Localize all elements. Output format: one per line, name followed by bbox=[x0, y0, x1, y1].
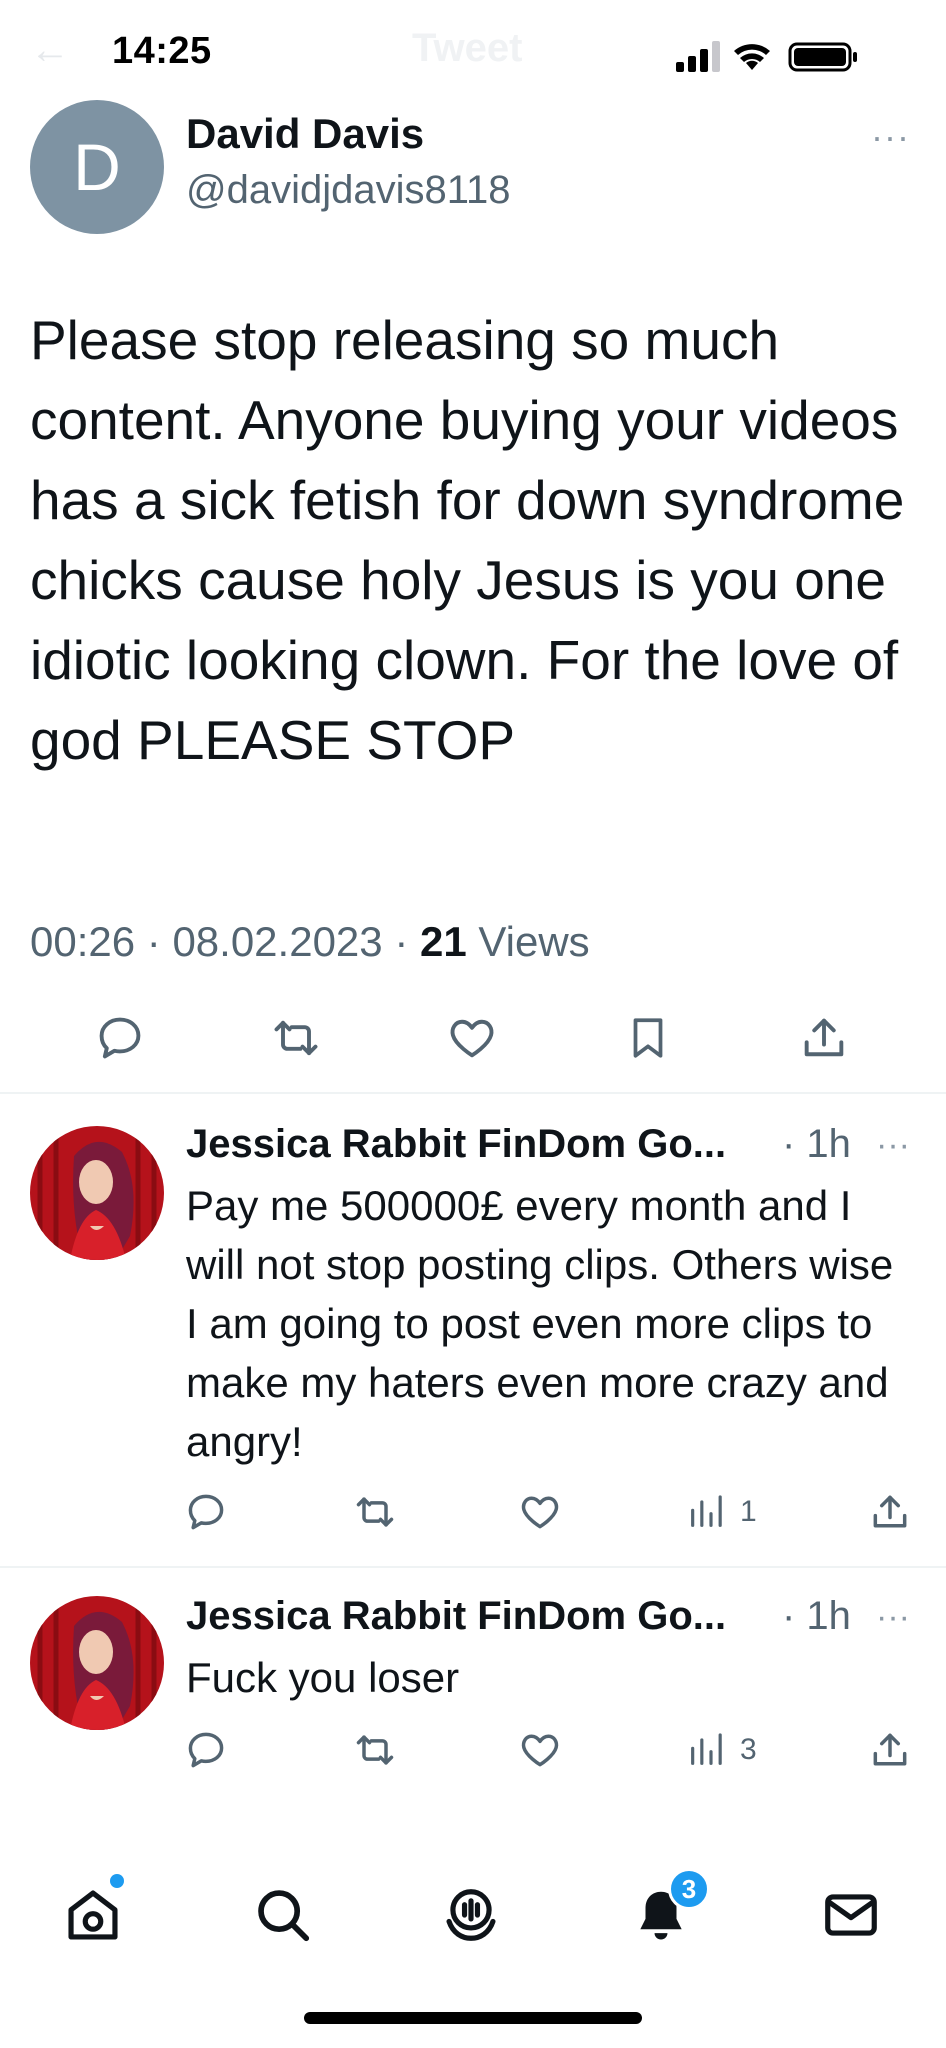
reply-author-name[interactable]: Jessica Rabbit FinDom Go... bbox=[186, 1122, 726, 1167]
reply-actions: 3 bbox=[0, 1728, 946, 1774]
retweet-icon[interactable] bbox=[268, 1010, 324, 1066]
share-icon[interactable] bbox=[868, 1728, 912, 1772]
tweet-text: Please stop releasing so much content. A… bbox=[30, 309, 905, 771]
divider bbox=[0, 1566, 946, 1568]
reply-text: Fuck you loser bbox=[186, 1654, 460, 1701]
views-count: 3 bbox=[740, 1733, 757, 1766]
views-count: 1 bbox=[740, 1495, 757, 1528]
reply-avatar[interactable] bbox=[30, 1126, 164, 1260]
views-label[interactable]: Views bbox=[478, 918, 589, 965]
like-icon[interactable] bbox=[444, 1010, 500, 1066]
wifi-icon bbox=[734, 44, 770, 70]
reply-timestamp: · 1h bbox=[782, 1122, 851, 1166]
author-avatar[interactable]: D bbox=[30, 100, 164, 234]
share-icon[interactable] bbox=[796, 1010, 852, 1066]
more-options-icon[interactable]: ··· bbox=[876, 1598, 910, 1637]
spaces-icon[interactable] bbox=[436, 1880, 506, 1950]
retweet-icon[interactable] bbox=[352, 1490, 398, 1534]
reply-author-name[interactable]: Jessica Rabbit FinDom Go... bbox=[186, 1594, 726, 1639]
notification-badge: 3 bbox=[668, 1868, 710, 1910]
cellular-signal-icon bbox=[676, 41, 720, 72]
bookmark-icon[interactable] bbox=[620, 1010, 676, 1066]
battery-icon bbox=[788, 42, 857, 72]
like-icon[interactable] bbox=[518, 1728, 562, 1772]
tweet-time: 00:26 bbox=[30, 918, 136, 965]
home-new-dot bbox=[110, 1874, 124, 1888]
header-title: Tweet bbox=[412, 26, 523, 70]
back-arrow-icon[interactable]: ← bbox=[30, 28, 70, 73]
tweet-actions bbox=[0, 1010, 946, 1070]
more-options-icon[interactable]: ··· bbox=[871, 116, 910, 158]
meta-separator: · bbox=[394, 918, 420, 965]
reply-text: Pay me 500000£ every month and I will no… bbox=[186, 1182, 894, 1465]
reply-icon[interactable] bbox=[184, 1728, 228, 1772]
search-icon[interactable] bbox=[248, 1880, 318, 1950]
home-indicator bbox=[304, 2012, 642, 2024]
reply-timestamp: · 1h bbox=[782, 1594, 851, 1638]
more-options-icon[interactable]: ··· bbox=[876, 1126, 910, 1165]
status-time: 14:25 bbox=[112, 30, 212, 72]
reply-avatar[interactable] bbox=[30, 1596, 164, 1730]
status-icons bbox=[676, 38, 876, 79]
tweet-meta: 00:26 · 08.02.2023 · 21 Views bbox=[30, 918, 590, 966]
messages-icon[interactable] bbox=[816, 1880, 886, 1950]
reply-icon[interactable] bbox=[184, 1490, 228, 1534]
views-count[interactable]: 21 bbox=[420, 918, 467, 965]
share-icon[interactable] bbox=[868, 1490, 912, 1534]
like-icon[interactable] bbox=[518, 1490, 562, 1534]
author-handle[interactable]: @davidjdavis8118 bbox=[186, 168, 511, 213]
reply-icon[interactable] bbox=[92, 1010, 148, 1066]
views-icon[interactable]: 3 bbox=[686, 1728, 757, 1772]
author-name[interactable]: David Davis bbox=[186, 110, 424, 158]
meta-separator: · bbox=[146, 918, 173, 965]
views-icon[interactable]: 1 bbox=[686, 1490, 757, 1534]
tweet-date: 08.02.2023 bbox=[172, 918, 383, 965]
retweet-icon[interactable] bbox=[352, 1728, 398, 1772]
home-icon[interactable] bbox=[58, 1880, 128, 1950]
reply-actions: 1 bbox=[0, 1490, 946, 1536]
divider bbox=[0, 1092, 946, 1094]
